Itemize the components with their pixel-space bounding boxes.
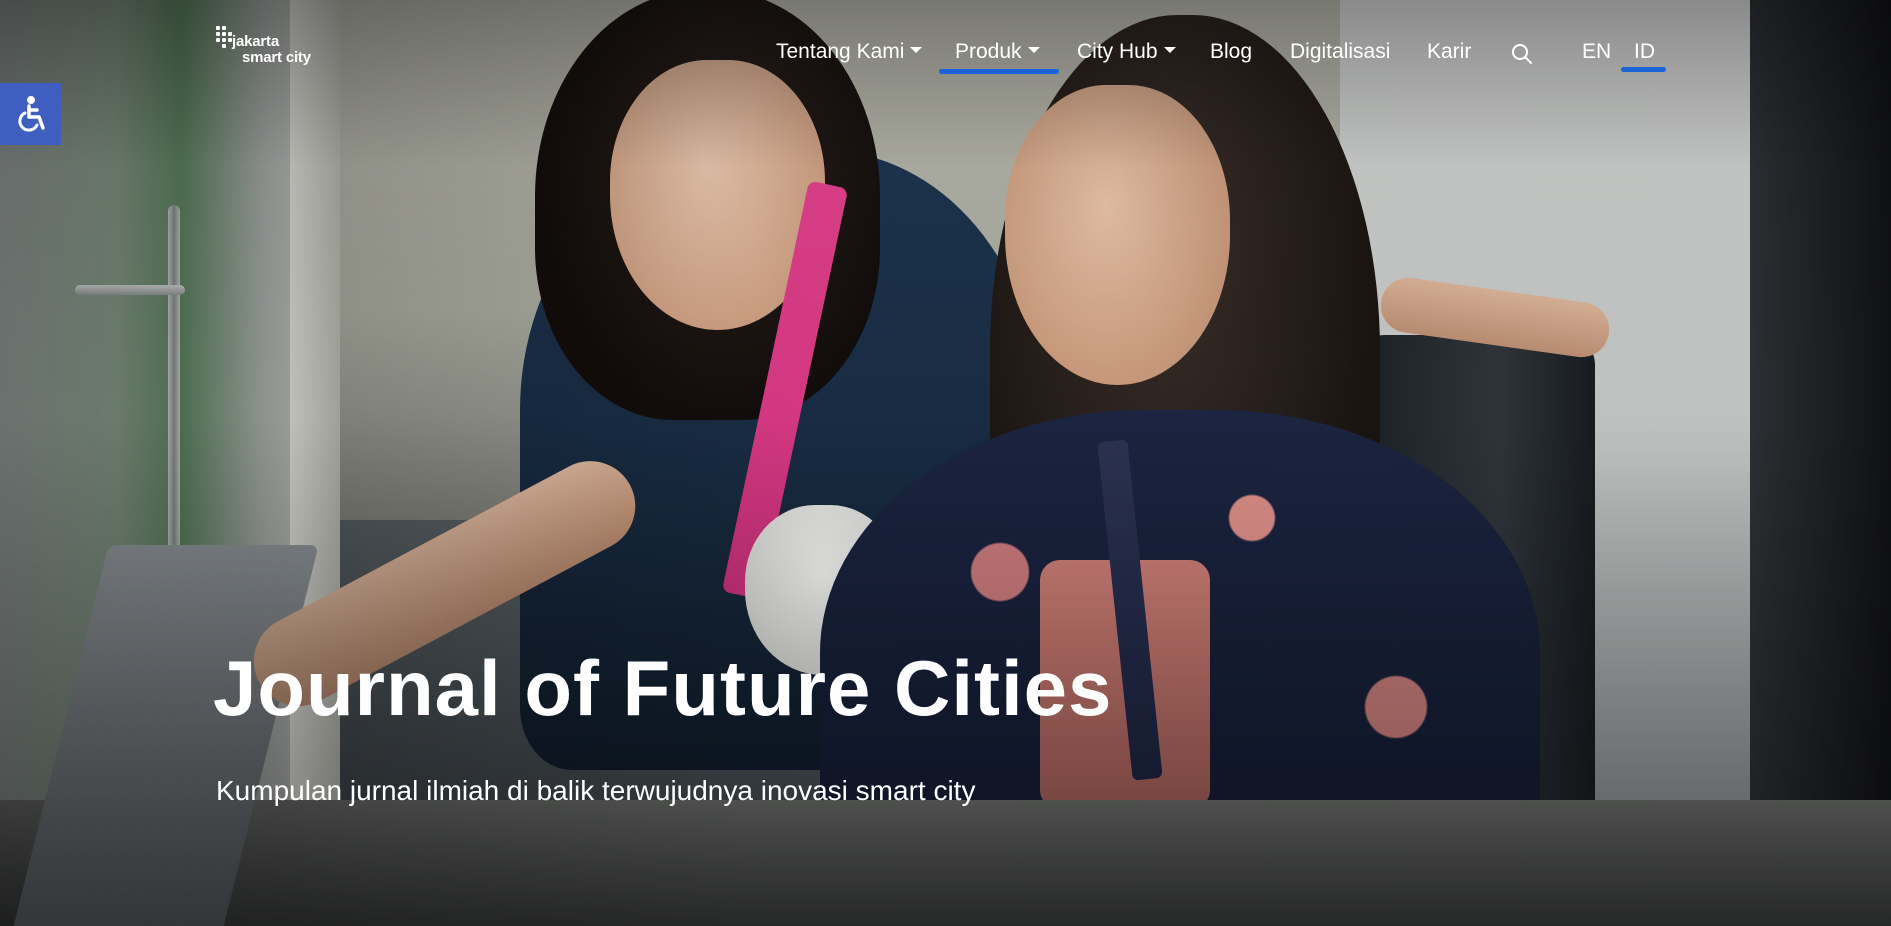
nav-item-city-hub[interactable]: City Hub [1077,38,1176,66]
nav-label: Blog [1210,40,1253,63]
nav-label: Tentang Kami [776,40,905,63]
language-id[interactable]: ID [1634,38,1655,66]
language-label: EN [1582,40,1612,63]
caret-down-icon [1027,47,1040,54]
nav-label: Produk [955,40,1022,63]
nav-label: City Hub [1077,40,1158,63]
caret-down-icon [910,47,923,54]
hero-title: Journal of Future Cities [213,644,1113,732]
wheelchair-icon [17,96,45,132]
nav-item-digitalisasi[interactable]: Digitalisasi [1290,38,1390,66]
search-icon[interactable] [1510,42,1534,66]
nav-item-blog[interactable]: Blog [1210,38,1252,66]
caret-down-icon [1163,47,1176,54]
nav-item-karir[interactable]: Karir [1427,38,1471,66]
nav-label: Digitalisasi [1290,40,1391,63]
logo-line-1: jakarta [232,33,279,50]
nav-item-produk[interactable]: Produk [955,38,1040,66]
active-language-underline [1621,67,1666,72]
accessibility-button[interactable] [0,83,61,145]
language-en[interactable]: EN [1582,38,1611,66]
nav-label: Karir [1427,40,1472,63]
language-label: ID [1634,40,1655,63]
nav-item-tentang-kami[interactable]: Tentang Kami [776,38,923,66]
hero-subtitle: Kumpulan jurnal ilmiah di balik terwujud… [216,775,976,806]
jakarta-smart-city-logo[interactable]: jakarta smart city [216,24,326,76]
active-nav-underline [939,69,1059,74]
logo-wordmark: jakarta smart city [232,34,311,65]
logo-line-2: smart city [242,49,311,66]
